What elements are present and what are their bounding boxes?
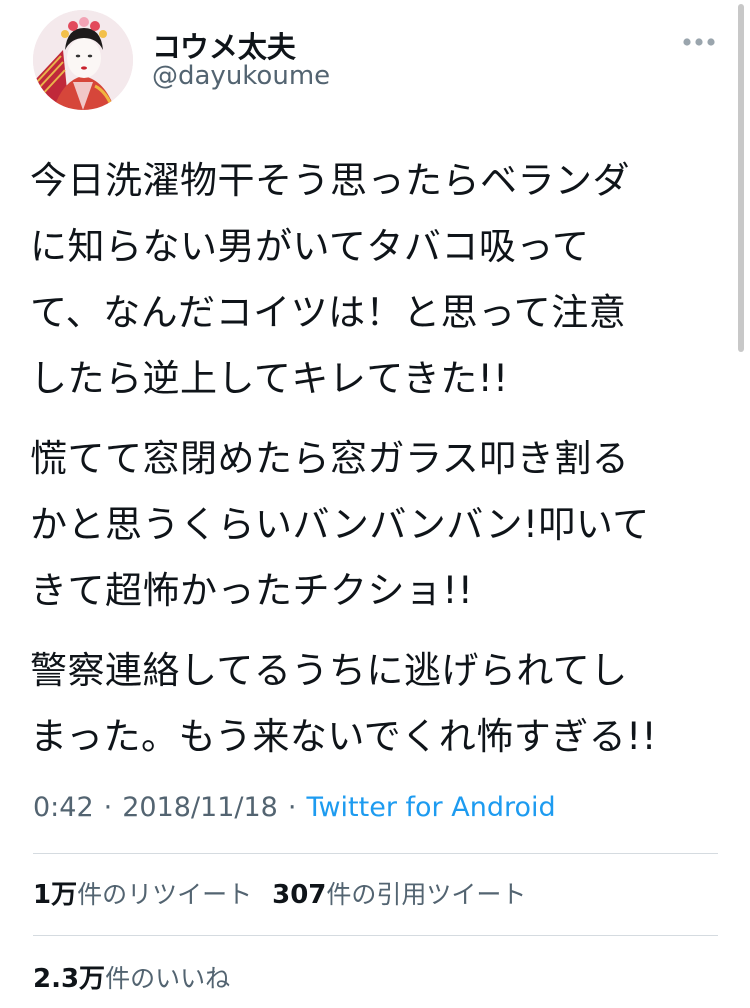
tweet-text: 今日洗濯物干そう思ったらベランダ に知らない男がいてタバコ吸って て、なんだコイ… (30, 148, 720, 784)
likes-label: 件のいいね (105, 964, 231, 993)
meta-separator: · (103, 792, 113, 823)
tweet-paragraph: 警察連絡してるうちに逃げられてし まった。もう来ないでくれ怖すぎる!! (30, 649, 657, 758)
likes-stats-row: 2.3万件のいいね (33, 958, 230, 995)
tweet-paragraph: 慌てて窓閉めたら窓ガラス叩き割る かと思うくらいバンバンバン!叩いて きて超怖か… (30, 437, 650, 612)
tweet-time[interactable]: 0:42 (33, 792, 94, 823)
retweets-label: 件のリツイート (77, 880, 253, 909)
retweets-count: 1万 (33, 880, 78, 910)
likes-stat[interactable]: 2.3万件のいいね (33, 964, 231, 994)
quotes-stat[interactable]: 307件の引用ツイート (272, 880, 527, 910)
tweet-detail-page: コウメ太夫 @dayukoume 今日洗濯物干そう思ったらベランダ に知らない男… (0, 0, 750, 1008)
tweet-date[interactable]: 2018/11/18 (122, 792, 278, 823)
tweet-paragraph: 今日洗濯物干そう思ったらベランダ に知らない男がいてタバコ吸って て、なんだコイ… (30, 159, 630, 400)
quotes-label: 件の引用ツイート (326, 880, 527, 909)
avatar-photo-icon (33, 10, 133, 110)
avatar[interactable] (33, 10, 133, 110)
divider (33, 853, 718, 854)
divider (33, 935, 718, 936)
retweets-stat[interactable]: 1万件のリツイート (33, 880, 253, 910)
more-horizontal-icon[interactable] (676, 28, 722, 56)
tweet-metadata: 0:42 · 2018/11/18 · Twitter for Android (33, 792, 556, 823)
retweet-stats-row: 1万件のリツイート 307件の引用ツイート (33, 874, 526, 911)
tweet-header: コウメ太夫 @dayukoume (0, 0, 750, 130)
user-handle[interactable]: @dayukoume (152, 61, 330, 91)
display-name[interactable]: コウメ太夫 (152, 24, 296, 66)
tweet-source-link[interactable]: Twitter for Android (306, 792, 555, 823)
quotes-count: 307 (272, 880, 327, 910)
meta-separator: · (287, 792, 297, 823)
likes-count: 2.3万 (33, 964, 106, 994)
